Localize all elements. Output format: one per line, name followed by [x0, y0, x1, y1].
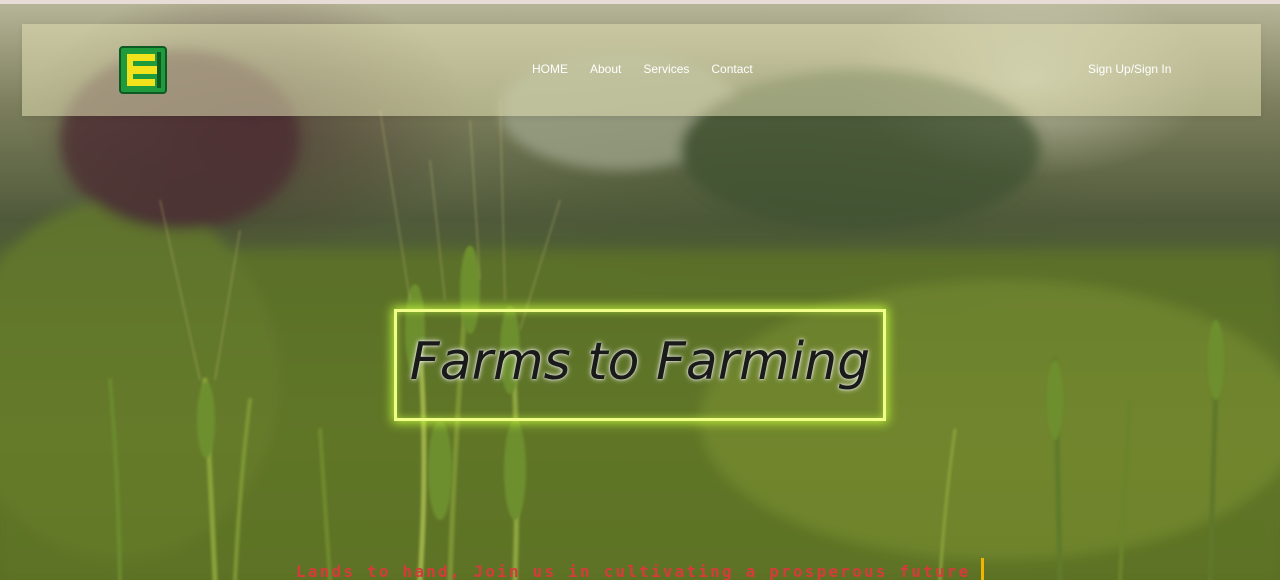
site-logo-icon[interactable] [119, 46, 167, 94]
top-edge-band [0, 0, 1280, 4]
nav-link-contact[interactable]: Contact [711, 62, 752, 76]
nav-link-about[interactable]: About [590, 62, 621, 76]
nav-link-services[interactable]: Services [643, 62, 689, 76]
hero-title-frame: Farms to Farming [394, 309, 886, 421]
navbar: HOME About Services Contact Sign Up/Sign… [22, 24, 1261, 116]
nav-links: HOME About Services Contact [532, 62, 775, 76]
signup-signin-link[interactable]: Sign Up/Sign In [1088, 62, 1171, 76]
hero-tagline: Lands to hand, Join us in cultivating a … [296, 562, 971, 580]
hero-section: HOME About Services Contact Sign Up/Sign… [0, 0, 1280, 580]
hero-title: Farms to Farming [409, 332, 871, 392]
typing-caret [981, 558, 984, 580]
nav-link-home[interactable]: HOME [532, 62, 568, 76]
